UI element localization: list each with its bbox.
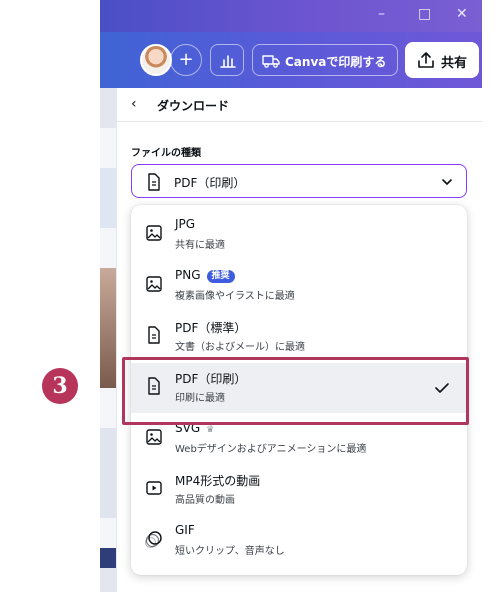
crown-icon: ♛ (206, 425, 215, 435)
option-gif[interactable]: GIF 短いクリップ、音声なし (131, 516, 467, 566)
file-type-select[interactable]: PDF（印刷） (131, 164, 467, 198)
document-icon (148, 173, 160, 191)
insights-button[interactable] (210, 44, 244, 76)
avatar[interactable] (140, 44, 172, 76)
canva-window: – □ ✕ + Canvaで印刷する 共有 ‹ ダウンロード ファイルの種類 P… (100, 0, 482, 592)
option-desc: 文書（およびメール）に最適 (175, 342, 305, 353)
step-number-badge: 3 (42, 368, 78, 404)
chevron-left-icon[interactable]: ‹ (131, 96, 145, 112)
top-toolbar: + Canvaで印刷する 共有 (100, 32, 482, 88)
bar-chart-icon (220, 55, 236, 68)
option-desc: 高品質の動画 (175, 495, 235, 506)
image-icon (146, 429, 162, 445)
highlight-box (122, 357, 469, 425)
close-button[interactable]: ✕ (456, 4, 468, 24)
image-icon (146, 225, 162, 241)
option-jpg[interactable]: JPG 共有に最適 (131, 210, 467, 260)
option-name: GIF (175, 523, 195, 537)
option-desc: 共有に最適 (175, 240, 225, 251)
option-name-text: PNG (175, 268, 201, 282)
gif-icon (145, 531, 162, 548)
minimize-button[interactable]: – (378, 4, 385, 24)
option-desc: 短いクリップ、音声なし (175, 546, 285, 557)
window-titlebar: – □ ✕ (100, 0, 482, 32)
add-collaborator-button[interactable]: + (170, 44, 202, 76)
option-name: PDF（標準） (175, 321, 247, 335)
upload-icon (418, 52, 434, 68)
maximize-button[interactable]: □ (418, 4, 431, 24)
option-name: JPG (175, 217, 196, 231)
document-icon (148, 326, 160, 344)
download-panel: ‹ ダウンロード ファイルの種類 PDF（印刷） JPG 共有に最適 PNG 推… (116, 88, 482, 592)
truck-icon (262, 55, 280, 68)
share-button-label: 共有 (441, 56, 468, 71)
option-pdf-standard[interactable]: PDF（標準） 文書（およびメール）に最適 (131, 312, 467, 362)
video-icon (146, 481, 162, 495)
panel-header: ‹ ダウンロード (117, 88, 482, 122)
panel-title: ダウンロード (157, 99, 230, 113)
file-type-value: PDF（印刷） (174, 176, 246, 190)
option-desc: 複素画像やイラストに最適 (175, 291, 295, 302)
recommended-badge: 推奨 (206, 270, 235, 283)
print-button-label: Canvaで印刷する (285, 55, 387, 69)
option-name: MP4形式の動画 (175, 474, 261, 488)
file-type-label: ファイルの種類 (131, 148, 201, 159)
print-with-canva-button[interactable]: Canvaで印刷する (252, 44, 398, 76)
option-name: PNG 推奨 (175, 268, 235, 283)
chevron-down-icon (442, 179, 452, 185)
option-desc: Webデザインおよびアニメーションに最適 (175, 444, 367, 455)
option-png[interactable]: PNG 推奨 複素画像やイラストに最適 (131, 261, 467, 311)
option-mp4[interactable]: MP4形式の動画 高品質の動画 (131, 465, 467, 515)
image-icon (146, 276, 162, 292)
share-button[interactable]: 共有 (405, 42, 479, 78)
